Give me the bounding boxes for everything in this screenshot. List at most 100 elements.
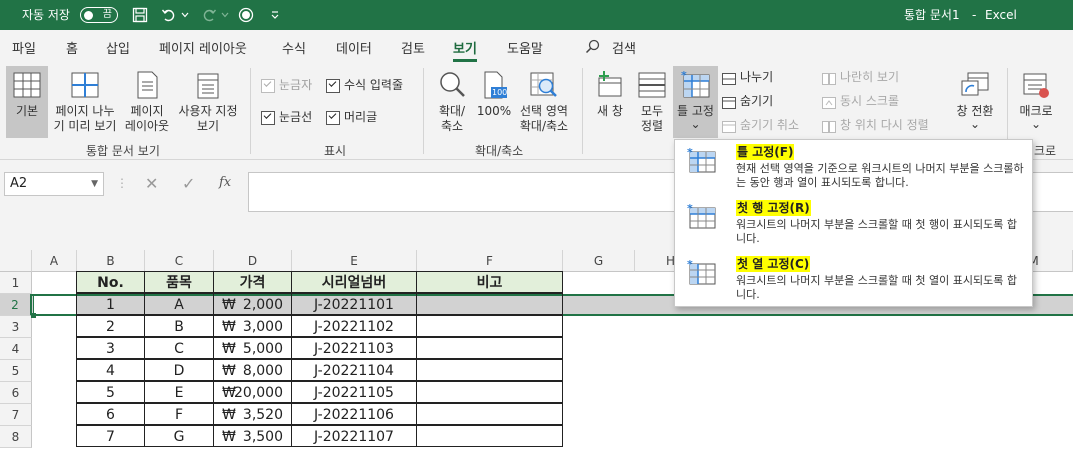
search-icon[interactable]: [585, 39, 601, 59]
table-cell[interactable]: [416, 315, 563, 337]
gridlines-checkbox[interactable]: 눈금선: [261, 108, 312, 126]
table-cell[interactable]: J-20221101: [291, 293, 417, 315]
zoom-to-selection-button[interactable]: 선택 영역 확대/축소: [515, 66, 573, 138]
table-cell[interactable]: D: [144, 359, 214, 381]
table-cell[interactable]: A: [144, 293, 214, 315]
table-cell[interactable]: J-20221105: [291, 381, 417, 403]
table-cell[interactable]: F: [144, 403, 214, 425]
tab-review[interactable]: 검토: [401, 38, 425, 58]
table-cell[interactable]: B: [144, 315, 214, 337]
freeze-top-row-option[interactable]: * 첫 행 고정(R) 워크시트의 나머지 부분을 스크롤할 때 첫 행이 표시…: [675, 196, 1032, 252]
column-header[interactable]: B: [77, 250, 145, 272]
row-header[interactable]: 4: [0, 338, 32, 360]
table-cell[interactable]: J-20221102: [291, 315, 417, 337]
normal-view-button[interactable]: 기본: [6, 66, 48, 138]
column-header[interactable]: F: [417, 250, 563, 272]
table-cell[interactable]: [416, 293, 563, 315]
table-cell[interactable]: [416, 425, 563, 447]
name-box[interactable]: A2 ▼: [4, 172, 104, 196]
tab-file[interactable]: 파일: [12, 38, 36, 58]
tab-formulas[interactable]: 수식: [282, 38, 306, 58]
table-cell[interactable]: J-20221104: [291, 359, 417, 381]
table-cell[interactable]: ₩8,000: [213, 359, 292, 381]
table-cell[interactable]: ₩2,000: [213, 293, 292, 315]
search-label[interactable]: 검색: [612, 38, 636, 58]
table-cell[interactable]: [416, 403, 563, 425]
column-header[interactable]: A: [32, 250, 77, 272]
tab-insert[interactable]: 삽입: [106, 38, 130, 58]
new-window-button[interactable]: 새 창: [590, 66, 630, 138]
table-cell[interactable]: 3: [76, 337, 145, 359]
freeze-first-column-option[interactable]: * 첫 열 고정(C) 워크시트의 나머지 부분을 스크롤할 때 첫 열이 표시…: [675, 252, 1032, 308]
row-header-selected[interactable]: 2: [0, 294, 32, 316]
table-cell[interactable]: ₩5,000: [213, 337, 292, 359]
table-cell[interactable]: G: [144, 425, 214, 447]
row-header[interactable]: 5: [0, 360, 32, 382]
arrange-all-button[interactable]: 모두 정렬: [634, 66, 670, 138]
headings-checkbox[interactable]: 머리글: [326, 108, 377, 126]
fill-handle[interactable]: [31, 313, 36, 318]
table-cell[interactable]: ₩3,500: [213, 425, 292, 447]
table-cell[interactable]: J-20221106: [291, 403, 417, 425]
table-cell[interactable]: J-20221107: [291, 425, 417, 447]
row-header[interactable]: 1: [0, 272, 32, 294]
zoom-100-button[interactable]: 100 100%: [476, 66, 512, 138]
row-header[interactable]: 6: [0, 382, 32, 404]
table-cell[interactable]: 5: [76, 381, 145, 403]
table-cell[interactable]: 7: [76, 425, 145, 447]
freeze-panes-option[interactable]: * 틀 고정(F) 현재 선택 영역을 기준으로 워크시트의 나머지 부분을 스…: [675, 140, 1032, 196]
name-box-dropdown-icon[interactable]: ▼: [91, 173, 98, 195]
custom-views-button[interactable]: 사용자 지정 보기: [173, 66, 243, 138]
customize-quick-access-icon[interactable]: [266, 6, 284, 24]
column-header[interactable]: C: [145, 250, 214, 272]
table-cell[interactable]: 1: [76, 293, 145, 315]
macros-button[interactable]: 매크로 ⌄: [1014, 66, 1058, 138]
table-cell[interactable]: [416, 337, 563, 359]
undo-icon[interactable]: [160, 6, 178, 24]
zoom-button[interactable]: 확대/ 축소: [432, 66, 472, 138]
record-icon[interactable]: [237, 6, 255, 24]
page-break-preview-button[interactable]: 페이지 나누 기 미리 보기: [50, 66, 120, 138]
switch-windows-button[interactable]: 창 전환 ⌄: [952, 66, 998, 138]
table-cell[interactable]: ₩3,000: [213, 315, 292, 337]
tab-page-layout[interactable]: 페이지 레이아웃: [159, 38, 247, 58]
column-header[interactable]: D: [214, 250, 292, 272]
table-cell[interactable]: [416, 359, 563, 381]
autosave-toggle[interactable]: 끔: [80, 7, 118, 23]
table-cell[interactable]: C: [144, 337, 214, 359]
tab-home[interactable]: 홈: [66, 38, 78, 58]
table-cell[interactable]: 4: [76, 359, 145, 381]
table-cell[interactable]: ₩20,000: [213, 381, 292, 403]
column-header[interactable]: G: [563, 250, 635, 272]
table-header-cell[interactable]: 품목: [144, 271, 214, 293]
formula-bar-checkbox[interactable]: 수식 입력줄: [326, 76, 403, 94]
table-header-cell[interactable]: 비고: [416, 271, 563, 293]
select-all-corner[interactable]: [0, 250, 32, 272]
table-header-cell[interactable]: No.: [76, 271, 145, 293]
row-header[interactable]: 7: [0, 404, 32, 426]
tab-data[interactable]: 데이터: [336, 38, 372, 58]
tab-view[interactable]: 보기: [453, 38, 477, 62]
active-cell-a2[interactable]: [33, 295, 77, 315]
page-layout-view-button[interactable]: 페이지 레이아웃: [122, 66, 172, 138]
split-button[interactable]: 나누기: [722, 67, 773, 87]
document-title: 통합 문서1: [904, 8, 960, 22]
table-cell[interactable]: 6: [76, 403, 145, 425]
insert-function-icon[interactable]: fx: [219, 175, 231, 190]
hide-button[interactable]: 숨기기: [722, 91, 773, 111]
column-header[interactable]: E: [292, 250, 417, 272]
table-cell[interactable]: [416, 381, 563, 403]
freeze-panes-button[interactable]: * 틀 고정 ⌄: [673, 66, 718, 138]
table-cell[interactable]: E: [144, 381, 214, 403]
table-cell[interactable]: J-20221103: [291, 337, 417, 359]
arrange-all-icon: [637, 70, 667, 100]
table-header-cell[interactable]: 가격: [213, 271, 292, 293]
row-header[interactable]: 8: [0, 426, 32, 448]
row-header[interactable]: 3: [0, 316, 32, 338]
tab-help[interactable]: 도움말: [507, 38, 543, 58]
table-header-cell[interactable]: 시리얼넘버: [291, 271, 417, 293]
save-icon[interactable]: [131, 6, 149, 24]
table-cell[interactable]: ₩3,520: [213, 403, 292, 425]
table-cell[interactable]: 2: [76, 315, 145, 337]
undo-dropdown-icon[interactable]: [180, 6, 190, 24]
